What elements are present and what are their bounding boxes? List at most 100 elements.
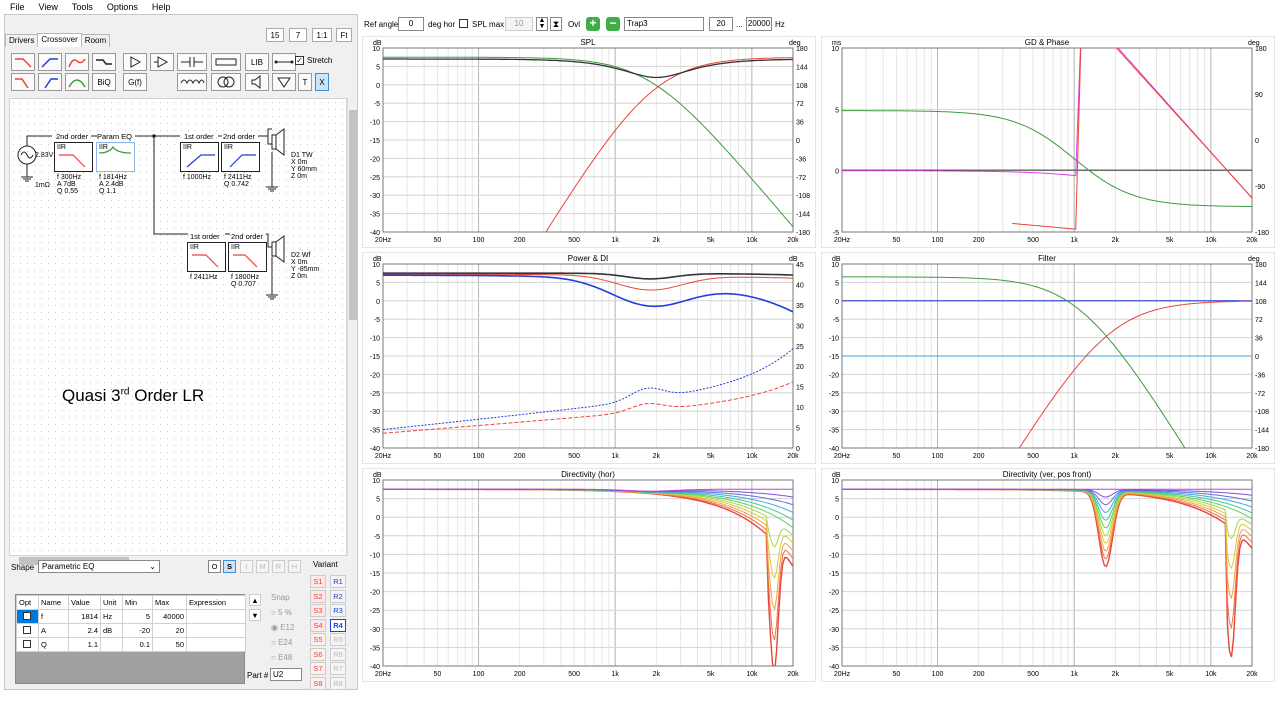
overlay-name-input[interactable]: Trap3 xyxy=(624,17,704,31)
gf-button[interactable]: G(f) xyxy=(123,73,147,91)
variant-r3-button[interactable]: R3 xyxy=(330,604,346,617)
variant-r1-button[interactable]: R1 xyxy=(330,575,346,588)
filter-graph[interactable]: 10 5 0 -5 -10 -15 -20 -25 -30 -35 -40 180 144 108 72 36… xyxy=(821,252,1275,464)
mode-o-button[interactable]: O xyxy=(208,560,221,573)
x-button[interactable]: X xyxy=(315,73,329,91)
freq-low-input[interactable]: 20 xyxy=(709,17,733,31)
variant-s2-button[interactable]: S2 xyxy=(310,589,326,603)
spl-max-checkbox[interactable] xyxy=(459,19,468,28)
zoom-15-button[interactable]: 15 xyxy=(266,28,284,42)
bandpass-green-button[interactable] xyxy=(65,73,89,91)
lowpass-red2-button[interactable] xyxy=(11,73,35,91)
capacitor-button[interactable] xyxy=(177,53,207,71)
inductor-button[interactable] xyxy=(177,73,207,91)
cell-value[interactable]: 2.4 xyxy=(68,623,101,638)
snap-option-5pct[interactable]: ○ 5 % xyxy=(271,605,294,620)
table-row[interactable]: Q 1.1 0.1 50 xyxy=(16,637,246,652)
variant-r6-button[interactable]: R6 xyxy=(330,647,346,661)
spl-max-reset-button[interactable]: ⧗ xyxy=(550,17,562,31)
move-down-button[interactable]: ▼ xyxy=(249,609,261,621)
menu-file[interactable]: File xyxy=(10,0,25,14)
schematic-vertical-scrollbar[interactable] xyxy=(347,98,357,556)
biquad-button[interactable]: BiQ xyxy=(92,73,116,91)
variant-s1-button[interactable]: S1 xyxy=(310,575,326,588)
transformer-button[interactable] xyxy=(211,73,241,91)
tab-room[interactable]: Room xyxy=(80,34,111,47)
variant-s5-button[interactable]: S5 xyxy=(310,633,326,646)
snap-option-e24[interactable]: ○ E24 xyxy=(271,635,294,650)
zoom-7-button[interactable]: 7 xyxy=(289,28,307,42)
ground-button[interactable] xyxy=(272,73,296,91)
part-number-input[interactable]: U2 xyxy=(270,668,302,681)
zoom-1to1-button[interactable]: 1:1 xyxy=(312,28,332,42)
cell-name[interactable]: f xyxy=(38,609,69,624)
cell-value[interactable]: 1814 xyxy=(68,609,101,624)
block5-iir-filter[interactable]: IIR xyxy=(187,242,226,272)
opt-checkbox-q[interactable] xyxy=(16,637,39,652)
opt-checkbox-f[interactable] xyxy=(16,609,39,624)
block6-iir-filter[interactable]: IIR xyxy=(228,242,267,272)
opt-checkbox-a[interactable] xyxy=(16,623,39,638)
speaker-button[interactable] xyxy=(245,73,269,91)
power-di-graph[interactable]: 10 5 0 -5 -10 -15 -20 -25 -30 -35 -40 45 40 35 30 25 20 1… xyxy=(362,252,816,464)
block3-iir-filter[interactable]: IIR xyxy=(180,142,219,172)
highpass-blue-button[interactable] xyxy=(38,53,62,71)
menu-options[interactable]: Options xyxy=(107,0,138,14)
overlay-add-button[interactable]: + xyxy=(586,17,600,31)
cell-min[interactable]: -20 xyxy=(122,623,153,638)
mode-r-button[interactable]: R xyxy=(272,560,285,573)
variant-s7-button[interactable]: S7 xyxy=(310,662,326,675)
move-up-button[interactable]: ▲ xyxy=(249,594,261,606)
highpass-blue2-button[interactable] xyxy=(38,73,62,91)
freq-high-input[interactable]: 20000 xyxy=(746,17,772,31)
resistor-button[interactable] xyxy=(211,53,241,71)
variant-r7-button[interactable]: R7 xyxy=(330,662,346,675)
ref-angle-input[interactable]: 0 xyxy=(398,17,424,31)
spl-max-spinner[interactable]: ▲ ▼ xyxy=(536,17,548,31)
vertical-scroll-thumb[interactable] xyxy=(349,110,357,320)
block2-param-eq[interactable]: IIR xyxy=(96,142,135,172)
bandpass-red-button[interactable] xyxy=(65,53,89,71)
cell-name[interactable]: A xyxy=(38,623,69,638)
shelf-button[interactable] xyxy=(92,53,116,71)
menu-help[interactable]: Help xyxy=(152,0,171,14)
mode-m-button[interactable]: M xyxy=(256,560,269,573)
cell-value[interactable]: 1.1 xyxy=(68,637,101,652)
menu-tools[interactable]: Tools xyxy=(72,0,93,14)
tab-drivers[interactable]: Drivers xyxy=(5,34,39,47)
gd-phase-graph[interactable]: 10 5 0 -5 180 90 0 -90 -180 20Hz 50 100 200 500 1k 2k 5k… xyxy=(821,36,1275,248)
directivity-ver-graph[interactable]: 10 5 0 -5 -10 -15 -20 -25 -30 -35 -40 20Hz 50 100 200 5… xyxy=(821,468,1275,682)
cell-name[interactable]: Q xyxy=(38,637,69,652)
t-button[interactable]: T xyxy=(298,73,312,91)
cell-expression[interactable] xyxy=(186,623,246,638)
zoom-fit-button[interactable]: Ft xyxy=(336,28,352,42)
cell-max[interactable]: 50 xyxy=(152,637,187,652)
snap-option-e48[interactable]: ○ E48 xyxy=(271,650,294,665)
tab-crossover[interactable]: Crossover xyxy=(37,33,82,47)
spl-max-input[interactable]: 10 xyxy=(505,17,533,31)
cell-max[interactable]: 20 xyxy=(152,623,187,638)
cell-expression[interactable] xyxy=(186,609,246,624)
variant-r2-button[interactable]: R2 xyxy=(330,589,346,603)
menu-view[interactable]: View xyxy=(39,0,58,14)
variant-s8-button[interactable]: S8 xyxy=(310,676,326,690)
buffer-button[interactable] xyxy=(150,53,174,71)
variant-s3-button[interactable]: S3 xyxy=(310,604,326,617)
directivity-hor-graph[interactable]: 10 5 0 -5 -10 -15 -20 -25 -30 -35 -40 20Hz 50 100 200 5… xyxy=(362,468,816,682)
overlay-remove-button[interactable]: − xyxy=(606,17,620,31)
table-row[interactable]: f 1814 Hz 5 40000 xyxy=(16,609,246,624)
mode-s-button[interactable]: S xyxy=(223,560,236,573)
amplifier-button[interactable] xyxy=(123,53,147,71)
schematic-canvas[interactable]: 2.83V 1mΩ 2nd order IIR f 300Hz A 7dB Q … xyxy=(9,98,347,556)
cell-min[interactable]: 0.1 xyxy=(122,637,153,652)
table-row[interactable]: A 2.4 dB -20 20 xyxy=(16,623,246,638)
cell-expression[interactable] xyxy=(186,637,246,652)
spl-graph[interactable]: 10 5 0 -5 -10 -15 -20 -25 -30 -35 -40 180 144 108 72 36… xyxy=(362,36,816,248)
lowpass-red-button[interactable] xyxy=(11,53,35,71)
variant-r8-button[interactable]: R8 xyxy=(330,676,346,690)
mode-i-button[interactable]: I xyxy=(240,560,253,573)
variant-r5-button[interactable]: R5 xyxy=(330,633,346,646)
block4-iir-filter[interactable]: IIR xyxy=(221,142,260,172)
shape-select[interactable]: Parametric EQ ⌄ xyxy=(38,560,160,573)
cell-min[interactable]: 5 xyxy=(122,609,153,624)
